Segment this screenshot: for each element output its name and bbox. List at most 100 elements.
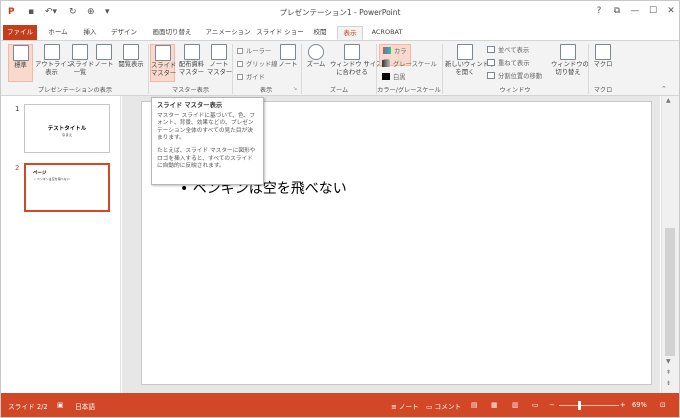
notes-master-button[interactable]: ノート マスター <box>207 44 232 82</box>
close-button[interactable]: ✕ <box>663 4 679 18</box>
slide-thumbnail-1[interactable]: テストタイトル なまえ <box>24 104 110 153</box>
tab-view[interactable]: 表示 <box>337 26 363 40</box>
fit-to-window-button[interactable]: ウィンドウ サイズ に合わせる <box>330 44 382 82</box>
tooltip-body-1: マスター スライドに基づいて、色、フォント、背景、効果などの、プレゼンテーション… <box>157 112 256 142</box>
tab-slideshow[interactable]: スライド ショー <box>255 26 305 40</box>
handout-master-icon <box>183 44 200 60</box>
group-label-presentation-views: プレゼンテーションの表示 <box>37 87 113 94</box>
ribbon-view: 標準 アウトライン 表示 スライド 一覧 ノート 閲覧表示 プレゼンテーションの… <box>1 40 679 96</box>
slide-thumbnail-2[interactable]: ページ • ペンギンは空を飛べない <box>24 163 110 212</box>
collapse-ribbon-icon[interactable]: ⌃ <box>661 85 667 93</box>
normal-view-button[interactable]: 標準 <box>8 44 33 82</box>
thumb-bullet: • ペンギンは空を飛べない <box>34 177 70 181</box>
grayscale-button[interactable]: グレースケール <box>382 59 437 68</box>
tooltip-title: スライド マスター表示 <box>157 102 223 109</box>
ribbon-tabs: ファイル ホーム 挿入 デザイン 画面切り替え アニメーション スライド ショー… <box>1 23 679 62</box>
next-slide-icon[interactable]: ⇟ <box>666 380 671 387</box>
switch-windows-icon <box>560 44 576 60</box>
handout-master-button[interactable]: 配布資料 マスター <box>177 44 206 82</box>
tab-transitions[interactable]: 画面切り替え <box>147 26 197 40</box>
new-window-button[interactable]: 新しいウィンドウ を開く <box>445 44 495 82</box>
grayscale-swatch-icon <box>382 60 390 67</box>
move-split-icon <box>487 72 495 79</box>
previous-slide-icon[interactable]: ⇞ <box>666 369 671 376</box>
zoom-level[interactable]: 69% <box>632 401 647 409</box>
reading-view-icon[interactable]: ▥ <box>512 401 518 409</box>
arrange-all-button[interactable]: 並べて表示 <box>487 45 529 54</box>
cascade-icon <box>487 59 495 66</box>
slide-thumbnail-pane: 1 テストタイトル なまえ 2 ページ • ペンギンは空を飛べない <box>1 96 121 393</box>
powerpoint-window: P ▪ ↶▾ ↻ ⊕ ▾ プレゼンテーション1 - PowerPoint ? ⧉… <box>0 0 680 418</box>
group-label-zoom: ズーム <box>329 87 349 94</box>
group-label-macros: マクロ <box>593 87 613 94</box>
group-label-show: 表示 <box>259 87 273 94</box>
scroll-down-icon[interactable]: ▼ <box>666 358 671 365</box>
macros-button[interactable]: マクロ <box>591 44 615 82</box>
title-bar: P ▪ ↶▾ ↻ ⊕ ▾ プレゼンテーション1 - PowerPoint ? ⧉… <box>1 1 679 23</box>
gridlines-checkbox[interactable]: グリッド線 <box>237 59 277 68</box>
tab-file[interactable]: ファイル <box>3 25 37 40</box>
notes-master-icon <box>211 44 227 60</box>
switch-windows-button[interactable]: ウィンドウの 切り替え <box>551 44 589 82</box>
normal-view-icon[interactable]: ▤ <box>471 401 477 409</box>
normal-view-icon <box>12 45 29 61</box>
notes-page-button[interactable]: ノート <box>93 44 115 82</box>
black-white-button[interactable]: 白黒 <box>382 72 406 81</box>
arrange-all-icon <box>487 46 495 53</box>
group-label-master-views: マスター表示 <box>171 87 210 94</box>
zoom-out-icon[interactable]: − <box>549 401 555 409</box>
window-title: プレゼンテーション1 - PowerPoint <box>279 8 401 17</box>
magnifier-icon <box>308 44 324 60</box>
vertical-scrollbar[interactable]: ▲ ▼ ⇞ ⇟ <box>661 96 679 393</box>
ruler-checkbox[interactable]: ルーラー <box>237 46 271 55</box>
tab-acrobat[interactable]: ACROBAT <box>367 26 407 40</box>
scroll-up-icon[interactable]: ▲ <box>666 97 671 104</box>
comments-toggle[interactable]: ▭ コメント <box>426 401 461 411</box>
outline-view-icon <box>43 44 60 60</box>
tab-animations[interactable]: アニメーション <box>201 26 255 40</box>
zoom-button[interactable]: ズーム <box>304 44 328 82</box>
reading-view-button[interactable]: 閲覧表示 <box>116 44 146 82</box>
notes-icon <box>280 44 296 60</box>
tooltip-body-2: たとえば、スライド マスターに図形やロゴを挿入すると、すべてのスライドに自動的に… <box>157 147 256 170</box>
tab-review[interactable]: 校閲 <box>307 26 333 40</box>
dialog-launcher-icon[interactable]: ↘ <box>293 86 297 92</box>
slide-master-button[interactable]: スライド マスター <box>150 44 176 82</box>
new-window-icon <box>457 44 473 60</box>
tooltip-slide-master: スライド マスター表示 マスター スライドに基づいて、色、フォント、背景、効果な… <box>151 97 264 185</box>
thumb-title: テストタイトル <box>47 126 87 132</box>
scroll-thumb[interactable] <box>665 228 675 356</box>
move-split-button[interactable]: 分割位置の移動 <box>487 71 542 80</box>
tab-design[interactable]: デザイン <box>107 26 141 40</box>
zoom-slider-thumb[interactable] <box>578 401 581 410</box>
tab-insert[interactable]: 挿入 <box>77 26 103 40</box>
language-indicator[interactable]: 日本語 <box>75 401 95 411</box>
maximize-button[interactable]: ☐ <box>645 4 661 18</box>
zoom-slider[interactable] <box>559 405 619 406</box>
slide-number: 2 <box>15 164 20 172</box>
reading-view-icon <box>123 44 139 60</box>
slide-count: スライド 2/2 <box>8 403 48 411</box>
notes-button[interactable]: ノート <box>277 44 299 82</box>
notes-toggle[interactable]: ≡ ノート <box>391 401 419 411</box>
slide-number: 1 <box>15 105 20 113</box>
zoom-in-icon[interactable]: + <box>620 401 626 409</box>
group-label-window: ウィンドウ <box>499 87 531 94</box>
fit-slide-icon[interactable]: ⊡ <box>660 401 666 409</box>
slide-sorter-icon[interactable]: ▦ <box>491 401 497 409</box>
notes-page-icon <box>96 44 112 60</box>
spelling-icon[interactable]: ▣ <box>57 401 63 409</box>
macro-icon <box>595 44 611 60</box>
cascade-button[interactable]: 重ねて表示 <box>487 58 529 67</box>
tab-home[interactable]: ホーム <box>43 26 73 40</box>
outline-view-button[interactable]: アウトライン 表示 <box>35 44 73 82</box>
minimize-button[interactable]: — <box>627 4 643 18</box>
status-bar: スライド 2/2 ▣ 日本語 ≡ ノート ▭ コメント ▤ ▦ ▥ ▭ − + … <box>1 393 679 417</box>
slide-sorter-button[interactable]: スライド 一覧 <box>69 44 94 82</box>
color-swatch-icon <box>383 47 391 54</box>
ribbon-display-options-button[interactable]: ⧉ <box>609 4 625 18</box>
slideshow-icon[interactable]: ▭ <box>532 401 538 409</box>
help-button[interactable]: ? <box>591 4 607 18</box>
guides-checkbox[interactable]: ガイド <box>237 72 265 81</box>
slide-sorter-icon <box>72 44 88 60</box>
